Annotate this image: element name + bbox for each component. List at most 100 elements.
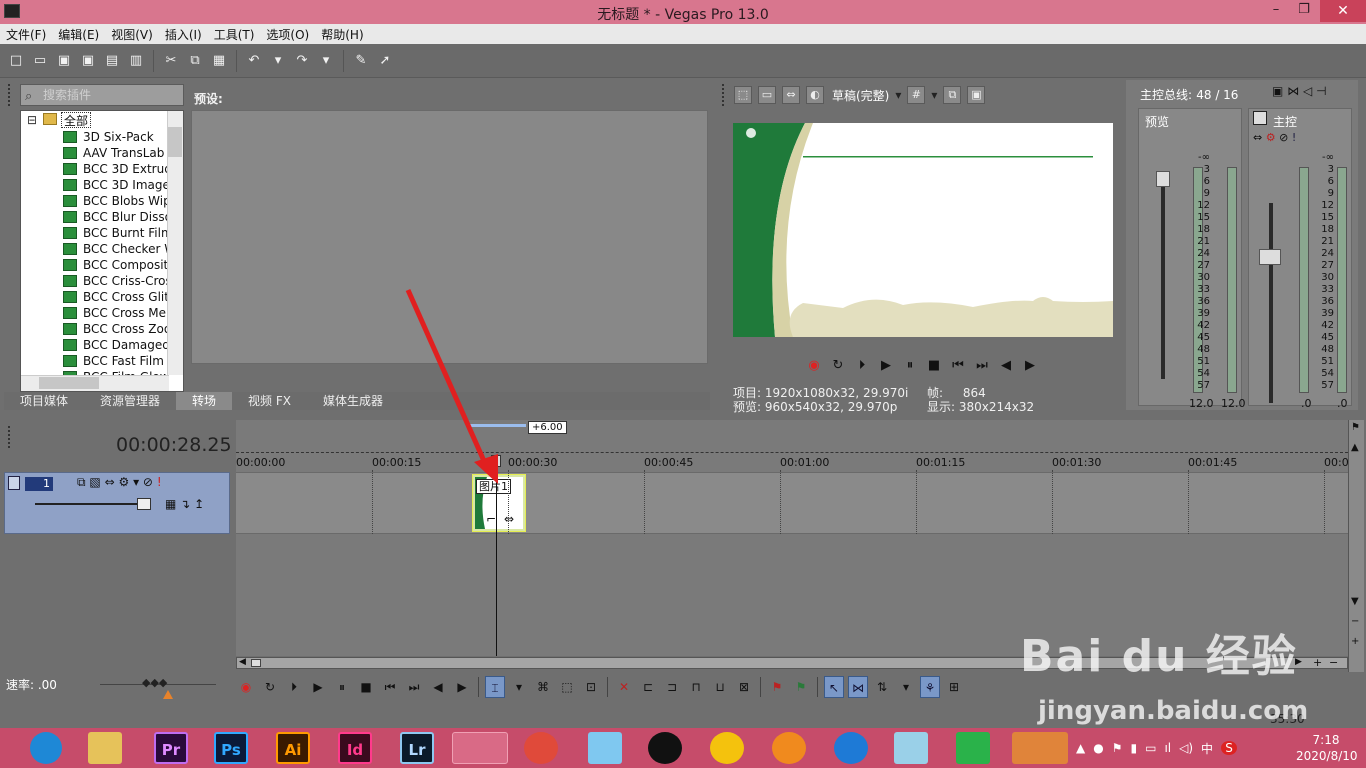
tray-network-icon[interactable]: ▭ bbox=[1145, 741, 1156, 755]
panel-grip[interactable] bbox=[8, 84, 11, 106]
scroll-up-icon[interactable]: ▲ bbox=[1351, 442, 1359, 453]
overlays-icon[interactable]: # bbox=[907, 86, 926, 104]
taskbar-photoshop-icon[interactable]: Ps bbox=[214, 732, 248, 764]
properties-icon[interactable]: ▥ bbox=[126, 51, 146, 71]
auto-ripple-icon[interactable]: ⇅ bbox=[872, 676, 892, 698]
taskbar-clock[interactable]: 7:18 2020/8/10 bbox=[1296, 732, 1358, 764]
redo-icon[interactable]: ↷ bbox=[292, 51, 312, 71]
trim-icon[interactable]: ⊏ bbox=[638, 676, 658, 698]
selection-tool-icon[interactable]: ⬚ bbox=[557, 676, 577, 698]
copy-snapshot-icon[interactable]: ⧉ bbox=[943, 86, 962, 104]
timeline-grip[interactable] bbox=[8, 426, 11, 448]
menu-edit[interactable]: 编辑(E) bbox=[52, 26, 105, 43]
bus-downmix-icon[interactable]: ⋈ bbox=[1287, 84, 1299, 98]
lock-envelopes-icon[interactable]: ⚘ bbox=[920, 676, 940, 698]
master-fader-knob[interactable] bbox=[1259, 249, 1281, 265]
solo-track-icon[interactable]: ! bbox=[157, 475, 162, 489]
tree-vertical-scrollbar[interactable] bbox=[167, 111, 183, 375]
parent-down-icon[interactable]: ↴ bbox=[180, 497, 190, 511]
tray-ime-indicator[interactable]: 中 bbox=[1201, 740, 1213, 757]
previous-frame-icon[interactable]: ◀ bbox=[997, 357, 1015, 375]
preview-quality-select[interactable]: 草稿(完整) bbox=[832, 87, 889, 104]
zoom-minus-vertical-icon[interactable]: − bbox=[1351, 616, 1359, 627]
tree-root[interactable]: 全部 bbox=[61, 112, 92, 128]
taskbar-app-icon[interactable] bbox=[588, 732, 622, 764]
marker-icon[interactable]: ⚑ bbox=[1351, 422, 1360, 433]
split-icon[interactable]: ⊔ bbox=[710, 676, 730, 698]
whats-this-icon[interactable]: ➚ bbox=[375, 51, 395, 71]
master-fader-track[interactable] bbox=[1269, 203, 1273, 403]
tree-horizontal-thumb[interactable] bbox=[39, 377, 99, 389]
taskbar-qq-icon[interactable] bbox=[648, 732, 682, 764]
taskbar-premiere-icon[interactable]: Pr bbox=[154, 732, 188, 764]
taskbar-app-icon[interactable] bbox=[524, 732, 558, 764]
tab-transitions[interactable]: 转场 bbox=[176, 392, 233, 410]
next-frame-button[interactable]: ▶ bbox=[452, 676, 472, 698]
play-button[interactable]: ▶ bbox=[308, 676, 328, 698]
auto-crossfade-icon[interactable]: ⋈ bbox=[848, 676, 868, 698]
plugin-item[interactable]: BCC Fast Film G bbox=[83, 353, 177, 369]
bus-dim-icon[interactable]: ◁ bbox=[1303, 84, 1312, 98]
plugin-item[interactable]: AAV TransLab bbox=[83, 145, 164, 161]
trim-start-icon[interactable]: ⊐ bbox=[662, 676, 682, 698]
redo-dropdown-icon[interactable]: ▾ bbox=[316, 51, 336, 71]
open-folder-icon[interactable]: ▭ bbox=[30, 51, 50, 71]
clip-crop-icon[interactable]: ⌐ bbox=[486, 512, 496, 526]
clip-pan-icon[interactable]: ⇔ bbox=[504, 512, 514, 526]
record-icon[interactable]: ◉ bbox=[805, 357, 823, 375]
track-minimize-icon[interactable] bbox=[8, 476, 20, 490]
taskbar-search-icon[interactable] bbox=[1012, 732, 1068, 764]
panel-grip[interactable] bbox=[722, 84, 725, 106]
plugin-item[interactable]: BCC Burnt Film bbox=[83, 225, 173, 241]
go-to-start-button[interactable]: ⏮ bbox=[380, 676, 400, 698]
stop-button[interactable]: ■ bbox=[356, 676, 376, 698]
loop-icon[interactable]: ↻ bbox=[829, 357, 847, 375]
envelope-tool-icon[interactable]: ⌘ bbox=[533, 676, 553, 698]
play-from-start-button[interactable]: ⏵ bbox=[284, 676, 304, 698]
plugin-item[interactable]: BCC Cross Melt bbox=[83, 305, 174, 321]
tray-battery-icon[interactable]: ▮ bbox=[1130, 741, 1137, 755]
taskbar-indesign-icon[interactable]: Id bbox=[338, 732, 372, 764]
menu-insert[interactable]: 插入(I) bbox=[159, 26, 208, 43]
zoom-tool-icon[interactable]: ⊡ bbox=[581, 676, 601, 698]
tray-signal-icon[interactable]: ıl bbox=[1164, 741, 1171, 755]
snapping-icon[interactable]: ↖ bbox=[824, 676, 844, 698]
make-compositing-child-icon[interactable]: ▧ bbox=[89, 475, 100, 489]
track-level-slider[interactable] bbox=[35, 503, 147, 505]
next-frame-icon[interactable]: ▶ bbox=[1021, 357, 1039, 375]
delete-icon[interactable]: ✕ bbox=[614, 676, 634, 698]
scroll-left-icon[interactable]: ◀ bbox=[239, 657, 246, 667]
render-icon[interactable]: ▤ bbox=[102, 51, 122, 71]
composite-mode-icon[interactable]: ⧉ bbox=[77, 475, 86, 489]
normal-edit-tool-icon[interactable]: ⌶ bbox=[485, 676, 505, 698]
tab-project-media[interactable]: 项目媒体 bbox=[4, 392, 84, 410]
lock-icon[interactable]: ⊠ bbox=[734, 676, 754, 698]
loop-playback-button[interactable]: ↻ bbox=[260, 676, 280, 698]
track-level-knob[interactable] bbox=[137, 498, 151, 510]
insert-fx-icon[interactable]: ⇔ bbox=[1253, 131, 1262, 144]
menu-help[interactable]: 帮助(H) bbox=[315, 26, 369, 43]
plugin-item[interactable]: BCC Composite bbox=[83, 257, 176, 273]
tab-video-fx[interactable]: 视频 FX bbox=[232, 392, 307, 410]
new-file-icon[interactable]: □ bbox=[6, 51, 26, 71]
taskbar-app-icon[interactable] bbox=[772, 732, 806, 764]
save-as-icon[interactable]: ▣ bbox=[78, 51, 98, 71]
pause-icon[interactable]: ⏸ bbox=[901, 357, 919, 375]
scroll-down-icon[interactable]: ▼ bbox=[1351, 596, 1359, 607]
bus-lock-icon[interactable]: ⊣ bbox=[1316, 84, 1326, 98]
go-to-end-icon[interactable]: ⏭ bbox=[973, 357, 991, 375]
play-from-start-icon[interactable]: ⏵ bbox=[853, 357, 871, 375]
cut-icon[interactable]: ✂ bbox=[161, 51, 181, 71]
overlays-dropdown-icon[interactable]: ▾ bbox=[931, 88, 937, 102]
edit-tool-icon[interactable]: ✎ bbox=[351, 51, 371, 71]
taskbar-app-icon[interactable] bbox=[956, 732, 990, 764]
mute-icon[interactable]: ⊘ bbox=[1279, 131, 1288, 144]
edit-tool-dropdown-icon[interactable]: ▾ bbox=[509, 676, 529, 698]
paste-icon[interactable]: ▦ bbox=[209, 51, 229, 71]
go-to-start-icon[interactable]: ⏮ bbox=[949, 357, 967, 375]
solo-icon[interactable]: ! bbox=[1292, 131, 1296, 144]
tray-qq-icon[interactable]: ● bbox=[1093, 741, 1103, 755]
tray-volume-icon[interactable]: ◁) bbox=[1179, 741, 1193, 755]
master-properties-icon[interactable] bbox=[1253, 111, 1267, 125]
timeline-scroll-thumb[interactable] bbox=[251, 659, 261, 667]
